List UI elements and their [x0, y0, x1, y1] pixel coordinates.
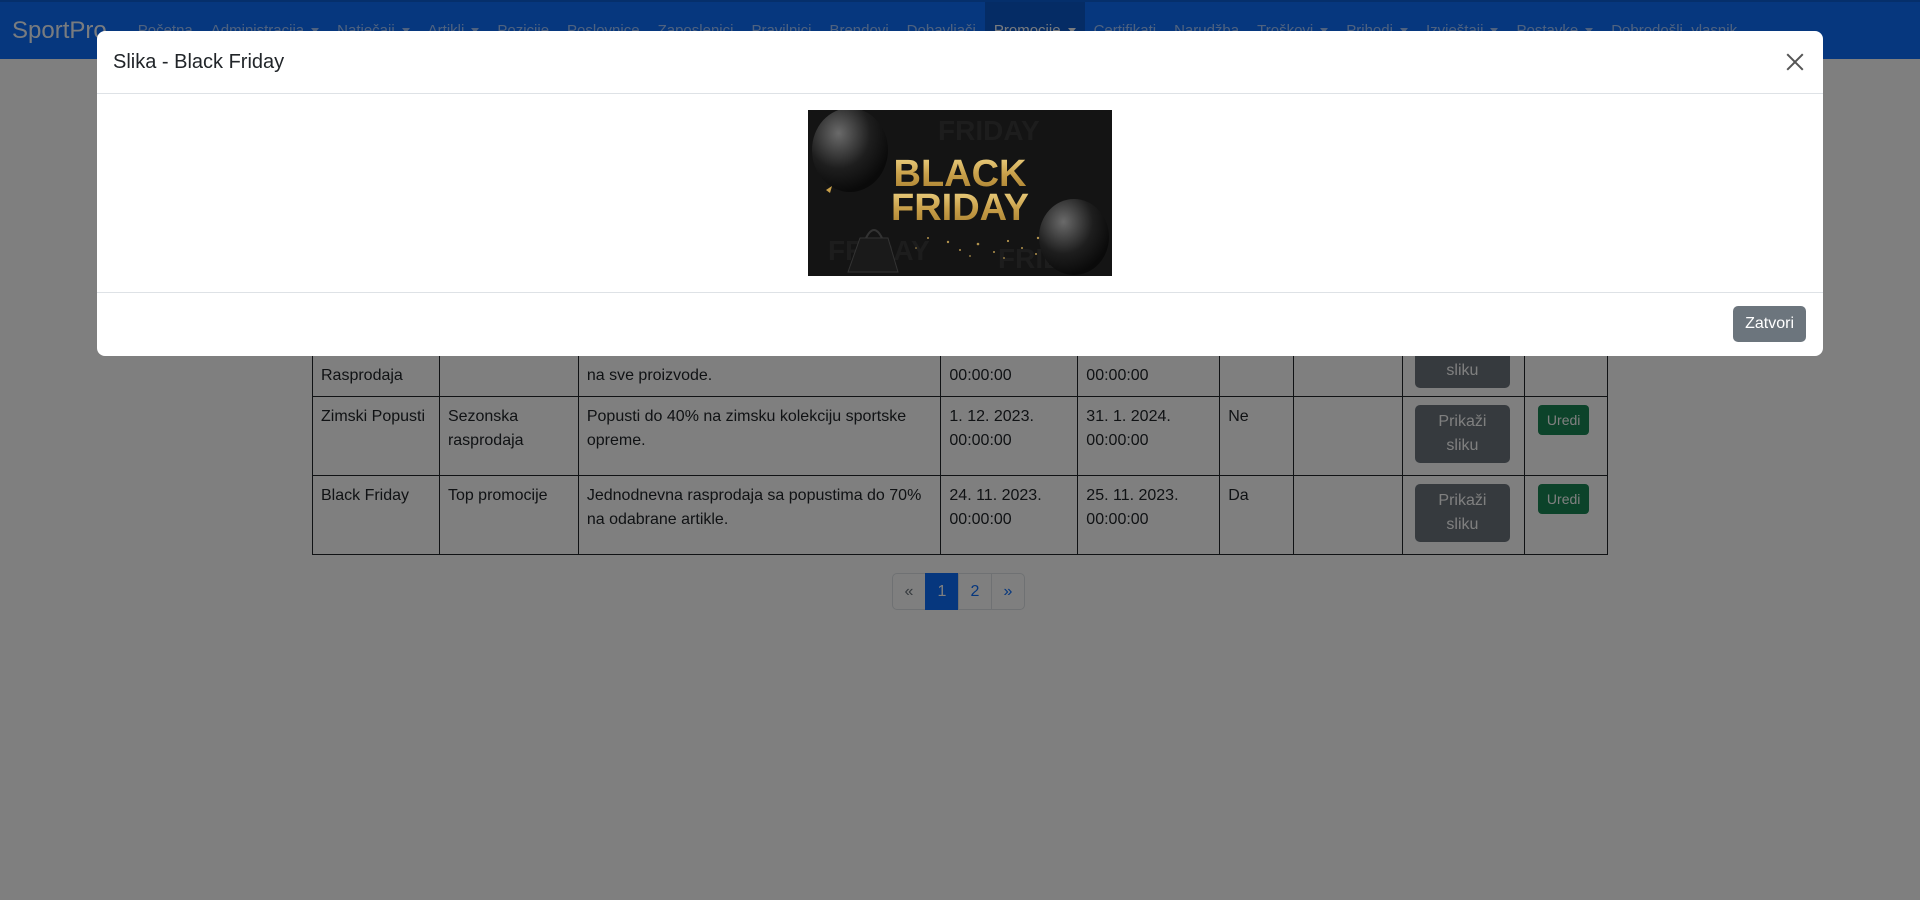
image-modal: Slika - Black Friday FRIDAY BLACK FRIDAY…	[97, 31, 1823, 356]
modal-body: FRIDAY FRIDAY FRIDAY BLACK FRIDAY	[97, 94, 1823, 293]
svg-text:FRIDAY: FRIDAY	[938, 115, 1040, 146]
banner-text-line2: FRIDAY	[891, 187, 1029, 229]
close-icon[interactable]	[1783, 50, 1807, 74]
balloon-icon	[1039, 199, 1109, 275]
modal-title: Slika - Black Friday	[113, 50, 285, 73]
balloon-icon	[812, 110, 888, 192]
black-friday-banner: FRIDAY FRIDAY FRIDAY BLACK FRIDAY	[808, 110, 1112, 276]
promotion-image: FRIDAY FRIDAY FRIDAY BLACK FRIDAY	[808, 110, 1112, 276]
close-modal-button[interactable]: Zatvori	[1733, 306, 1806, 342]
modal-footer: Zatvori	[97, 293, 1823, 356]
modal-header: Slika - Black Friday	[97, 31, 1823, 94]
